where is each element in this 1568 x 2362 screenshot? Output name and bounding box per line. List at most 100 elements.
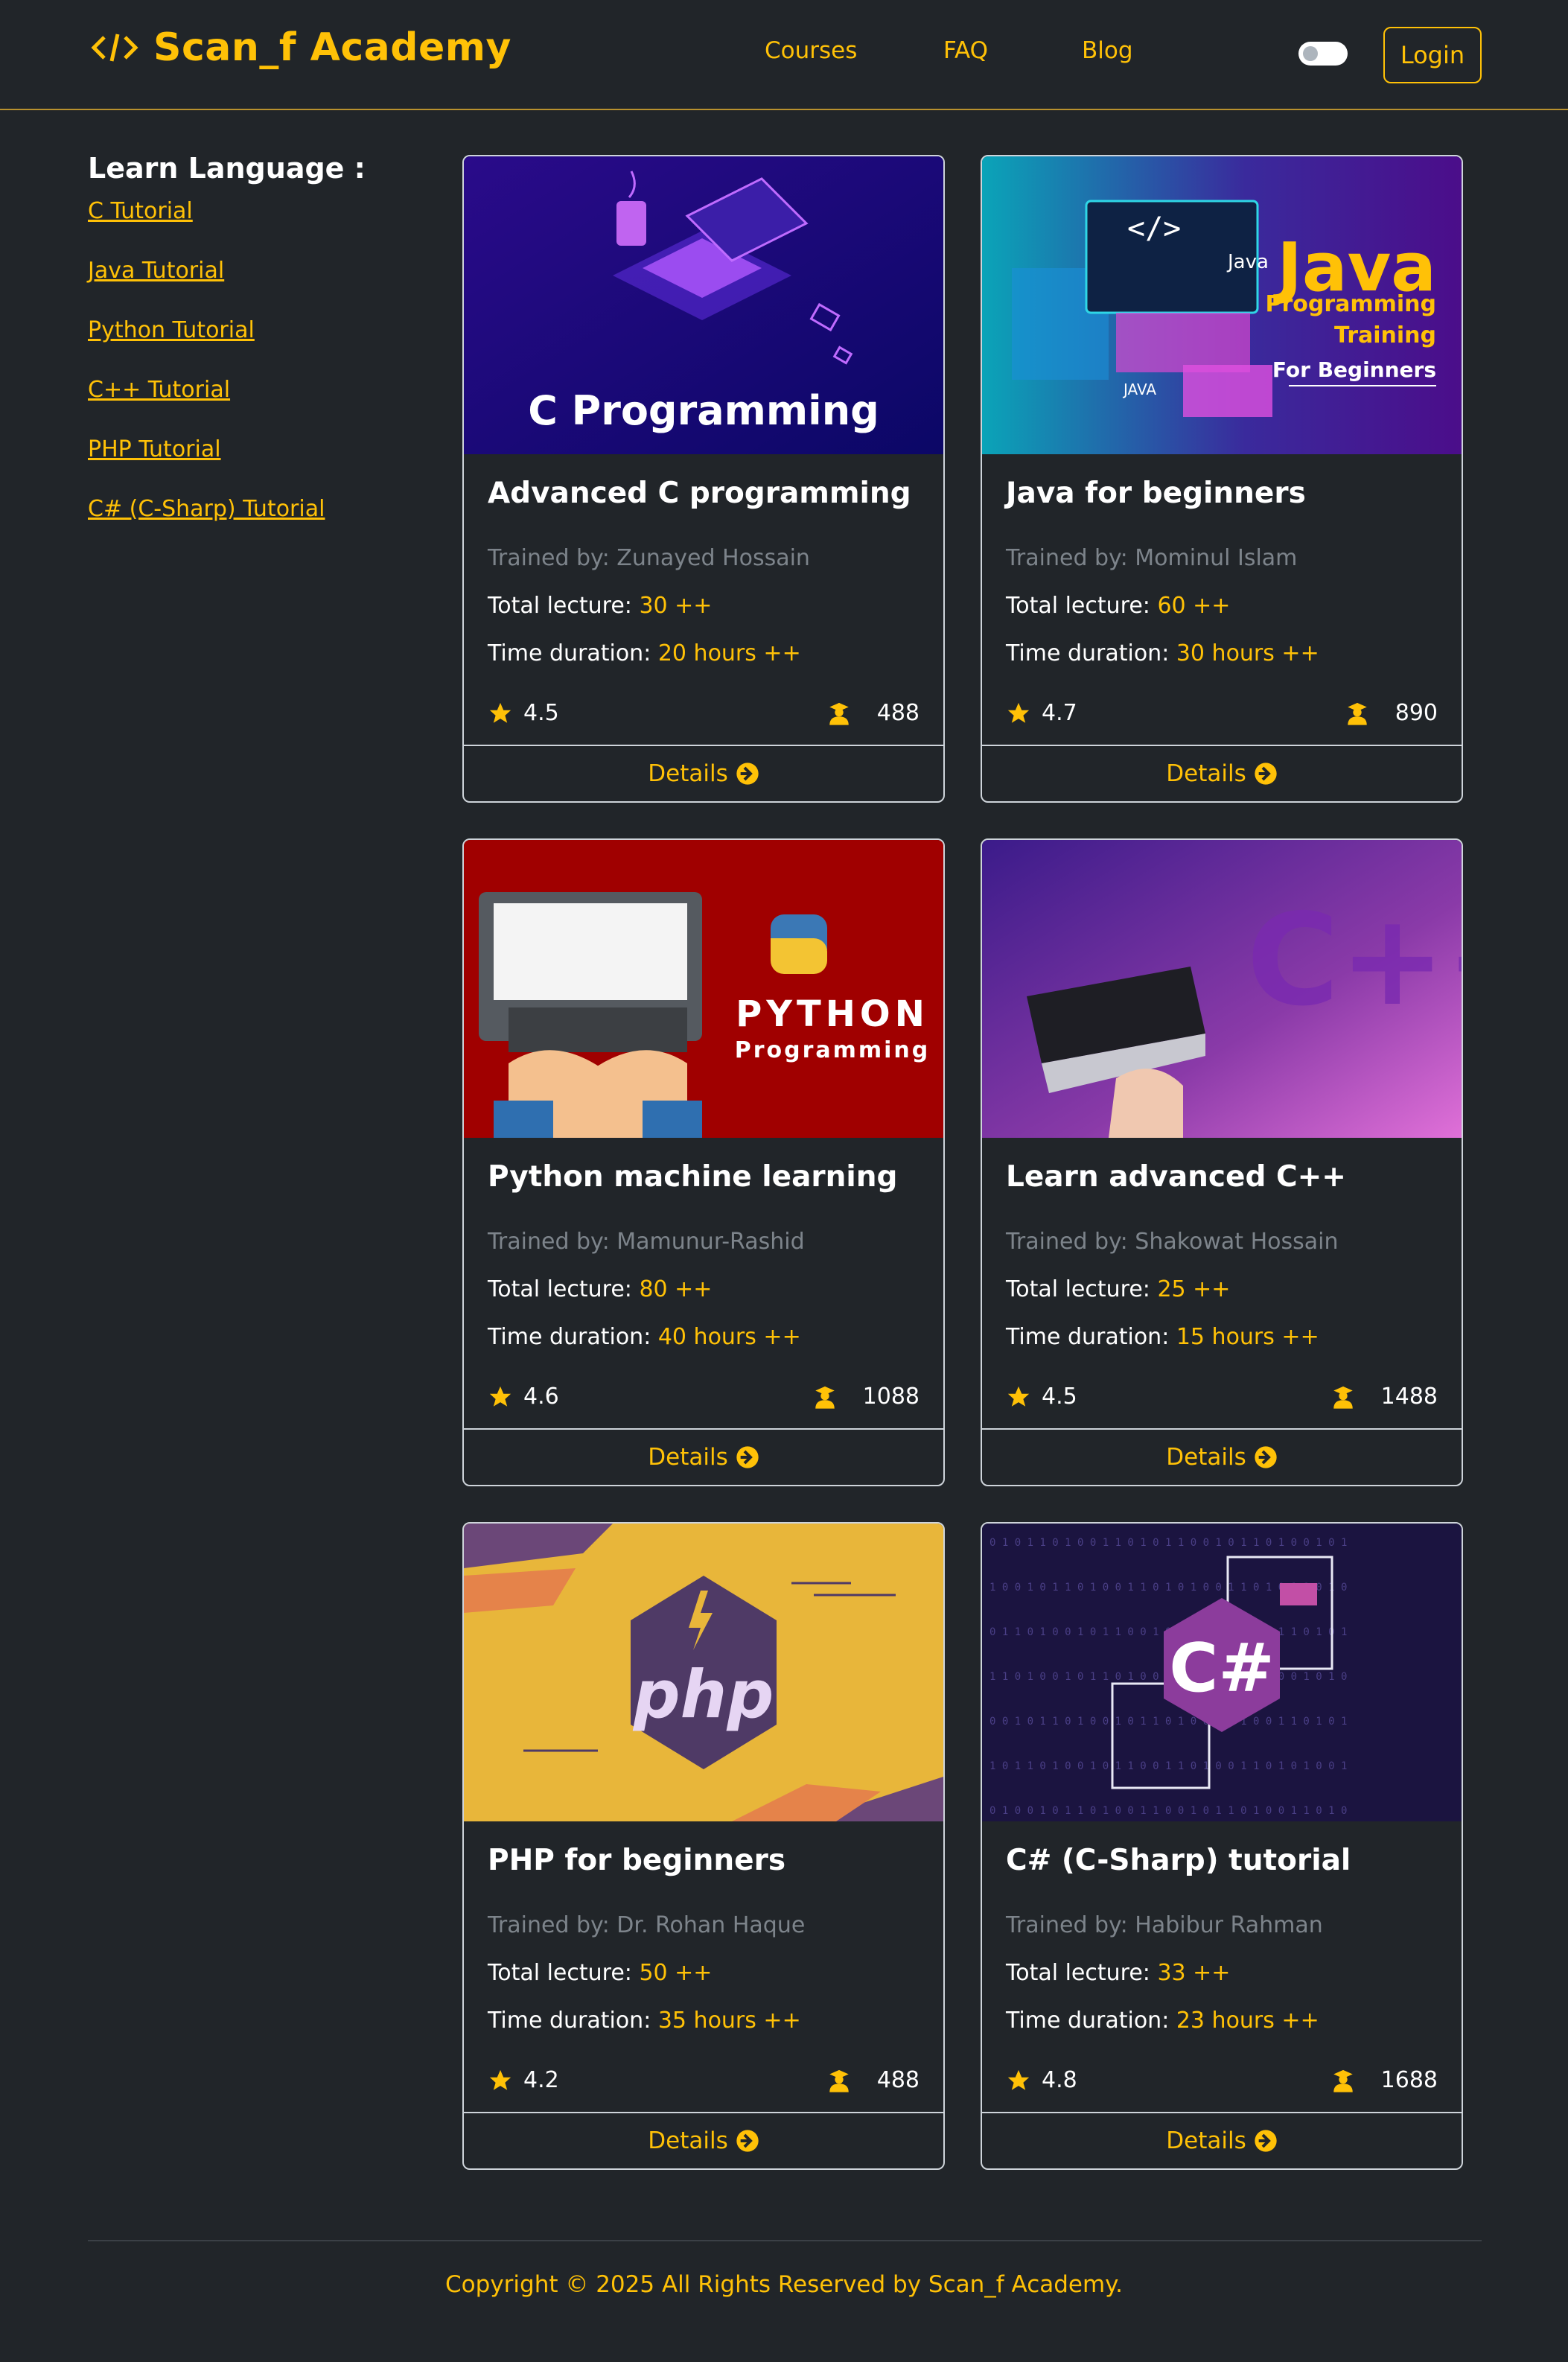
details-button[interactable]: Details	[982, 1428, 1462, 1485]
arrow-circle-right-icon	[1255, 1446, 1277, 1468]
svg-text:0 1 0 1 1 0 1 0 0 1 1 0 1 0 1: 0 1 0 1 1 0 1 0 0 1 1 0 1 0 1 1 0 0 1 0 …	[989, 1537, 1347, 1549]
arrow-circle-right-icon	[1255, 763, 1277, 785]
course-duration: Time duration: 23 hours ++	[1006, 2008, 1319, 2034]
course-rating: 4.7	[1006, 700, 1077, 726]
course-card-c: C Programming Advanced C programming Tra…	[462, 155, 945, 803]
course-lectures: Total lecture: 30 ++	[488, 593, 713, 619]
course-trainer: Trained by: Shakowat Hossain	[1006, 1229, 1339, 1255]
sidebar-link-c[interactable]: C Tutorial	[88, 198, 415, 258]
course-image-csharp: 0 1 0 1 1 0 1 0 0 1 1 0 1 0 1 1 0 0 1 0 …	[982, 1524, 1462, 1821]
graduate-icon	[1347, 702, 1367, 725]
theme-toggle[interactable]	[1298, 42, 1348, 66]
course-image-java: </> Java JAVA Java Programming Training …	[982, 156, 1462, 454]
course-image-c: C Programming	[464, 156, 943, 454]
nav-blog[interactable]: Blog	[1082, 37, 1133, 64]
course-lectures: Total lecture: 25 ++	[1006, 1276, 1231, 1302]
course-card-csharp: 0 1 0 1 1 0 1 0 0 1 1 0 1 0 1 1 0 0 1 0 …	[981, 1522, 1463, 2170]
arrow-circle-right-icon	[1255, 2130, 1277, 2152]
sidebar-title: Learn Language :	[88, 152, 366, 185]
svg-text:1 0 1 1 0 1 0 0 1 0 1 1 0 0 1: 1 0 1 1 0 1 0 0 1 0 1 1 0 0 1 1 0 1 0 0 …	[989, 1760, 1347, 1772]
star-icon	[1007, 1386, 1030, 1407]
course-title: Advanced C programming	[488, 477, 911, 510]
graduate-icon	[815, 1386, 835, 1409]
course-card-python: PYTHON Programming Python machine learni…	[462, 838, 945, 1486]
details-button[interactable]: Details	[982, 2112, 1462, 2168]
star-icon	[1007, 2069, 1030, 2090]
code-brackets-icon	[91, 34, 138, 62]
course-trainer: Trained by: Dr. Rohan Haque	[488, 1912, 806, 1938]
graduate-icon	[829, 2069, 849, 2092]
sidebar-link-csharp[interactable]: C# (C-Sharp) Tutorial	[88, 496, 415, 556]
image-text-training: Training	[1334, 322, 1436, 348]
graduate-icon	[829, 702, 849, 725]
course-rating: 4.5	[488, 700, 559, 726]
svg-text:</>: </>	[1127, 211, 1181, 246]
star-icon	[489, 702, 511, 723]
course-rating: 4.6	[488, 1384, 559, 1410]
course-rating: 4.5	[1006, 1384, 1077, 1410]
course-trainer: Trained by: Mominul Islam	[1006, 545, 1298, 571]
star-icon	[1007, 702, 1030, 723]
image-text-java-small: Java	[1226, 251, 1269, 273]
nav-faq[interactable]: FAQ	[943, 37, 988, 64]
star-icon	[489, 2069, 511, 2090]
details-button[interactable]: Details	[982, 745, 1462, 801]
sidebar: Learn Language : C Tutorial Java Tutoria…	[88, 152, 415, 556]
course-title: Java for beginners	[1006, 477, 1306, 510]
course-image-cpp: C++	[982, 840, 1462, 1138]
details-button[interactable]: Details	[464, 745, 943, 801]
course-title: PHP for beginners	[488, 1844, 786, 1877]
navbar: Scan_f Academy Courses FAQ Blog Login	[0, 0, 1568, 110]
copyright-text: Copyright © 2025 All Rights Reserved by …	[445, 2271, 1123, 2298]
image-text-csharp: C#	[1169, 1629, 1274, 1707]
course-image-php: php	[464, 1524, 943, 1821]
star-icon	[489, 1386, 511, 1407]
course-title: C# (C-Sharp) tutorial	[1006, 1844, 1351, 1877]
sidebar-link-python[interactable]: Python Tutorial	[88, 317, 415, 377]
course-students: 1688	[1330, 2067, 1438, 2093]
nav-courses[interactable]: Courses	[765, 37, 857, 64]
course-students: 488	[826, 700, 920, 726]
image-text-for-beginners: For Beginners	[1272, 357, 1436, 382]
details-button[interactable]: Details	[464, 2112, 943, 2168]
brand-name: Scan_f Academy	[153, 25, 511, 70]
course-lectures: Total lecture: 60 ++	[1006, 593, 1231, 619]
course-duration: Time duration: 30 hours ++	[1006, 640, 1319, 666]
image-text-programming: Programming	[735, 1037, 931, 1063]
course-duration: Time duration: 15 hours ++	[1006, 1324, 1319, 1350]
svg-text:0 1 0 0 1 0 1 1 0 1 0 0 1 1 0: 0 1 0 0 1 0 1 1 0 1 0 0 1 1 0 0 1 0 1 1 …	[989, 1805, 1347, 1817]
course-trainer: Trained by: Zunayed Hossain	[488, 545, 810, 571]
image-text-programming: Programming	[1265, 291, 1436, 317]
course-students: 890	[1345, 700, 1438, 726]
arrow-circle-right-icon	[736, 763, 759, 785]
graduate-icon	[1333, 2069, 1353, 2092]
image-text-php: php	[633, 1656, 774, 1733]
course-rating: 4.8	[1006, 2067, 1077, 2093]
image-text-c: C Programming	[528, 387, 879, 434]
arrow-circle-right-icon	[736, 1446, 759, 1468]
graduate-icon	[1333, 1386, 1353, 1409]
sidebar-link-java[interactable]: Java Tutorial	[88, 258, 415, 317]
course-duration: Time duration: 35 hours ++	[488, 2008, 801, 2034]
course-card-java: </> Java JAVA Java Programming Training …	[981, 155, 1463, 803]
course-duration: Time duration: 20 hours ++	[488, 640, 801, 666]
course-students: 1088	[812, 1384, 920, 1410]
brand-logo[interactable]: Scan_f Academy	[88, 21, 511, 74]
image-text-java-label: JAVA	[1122, 381, 1156, 398]
course-lectures: Total lecture: 33 ++	[1006, 1960, 1231, 1986]
course-trainer: Trained by: Habibur Rahman	[1006, 1912, 1323, 1938]
svg-text:0 0 1 0 1 1 0 1 0 0 1 0 1 1 0: 0 0 1 0 1 1 0 1 0 0 1 0 1 1 0 1 0 0 1 0 …	[989, 1716, 1347, 1728]
sidebar-link-php[interactable]: PHP Tutorial	[88, 436, 415, 496]
course-lectures: Total lecture: 50 ++	[488, 1960, 713, 1986]
course-card-cpp: C++ Learn advanced C++ Trained by: Shako…	[981, 838, 1463, 1486]
sidebar-link-cpp[interactable]: C++ Tutorial	[88, 377, 415, 436]
footer-divider	[88, 2240, 1482, 2241]
course-students: 488	[826, 2067, 920, 2093]
login-button[interactable]: Login	[1383, 27, 1482, 83]
course-trainer: Trained by: Mamunur-Rashid	[488, 1229, 805, 1255]
course-students: 1488	[1330, 1384, 1438, 1410]
details-button[interactable]: Details	[464, 1428, 943, 1485]
course-card-php: php PHP for beginners Trained by: Dr. Ro…	[462, 1522, 945, 2170]
image-text-cpp: C++	[1246, 887, 1462, 1034]
course-title: Python machine learning	[488, 1160, 898, 1194]
